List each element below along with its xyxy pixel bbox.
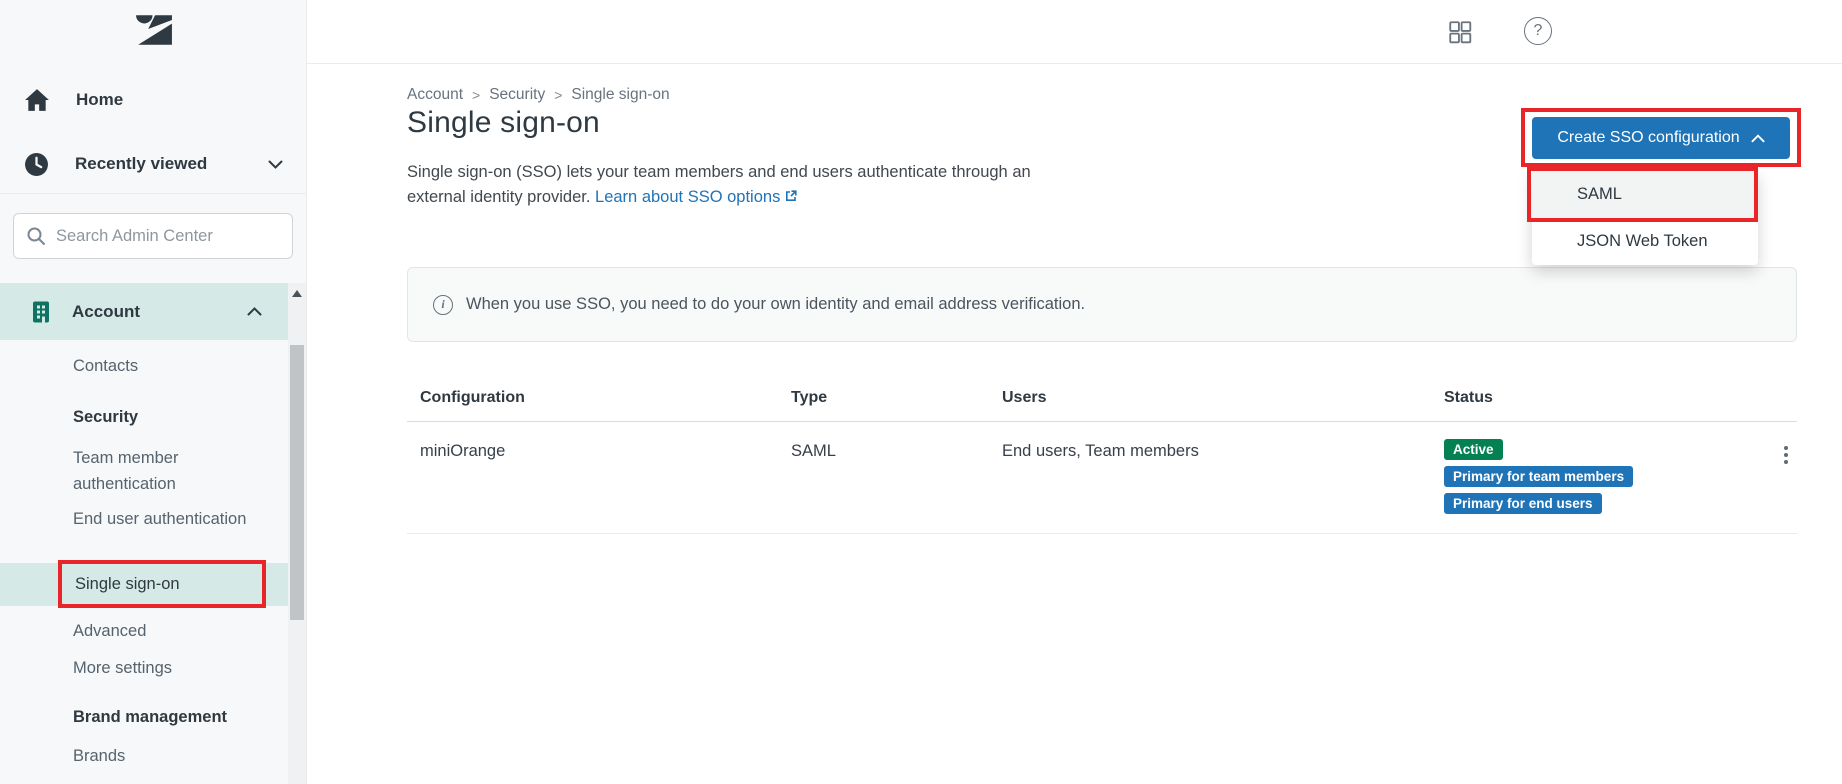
row-overflow-menu-button[interactable] xyxy=(1773,442,1799,468)
account-section-label: Account xyxy=(72,301,140,321)
menu-item-saml[interactable]: SAML xyxy=(1532,171,1758,218)
breadcrumb-single-sign-on: Single sign-on xyxy=(571,86,670,103)
home-label: Home xyxy=(76,90,124,109)
column-header-users: Users xyxy=(1002,389,1047,406)
sidebar-item-contacts[interactable]: Contacts xyxy=(73,353,138,379)
chevron-up-icon xyxy=(1751,133,1765,142)
sidebar-header-brand-management: Brand management xyxy=(73,708,228,726)
cell-configuration: miniOrange xyxy=(420,442,506,460)
breadcrumb-separator: > xyxy=(554,87,563,103)
chevron-up-icon xyxy=(247,307,262,316)
page-title: Single sign-on xyxy=(407,106,600,139)
status-badge-primary-end-users: Primary for end users xyxy=(1444,493,1602,514)
zendesk-logo xyxy=(0,14,307,46)
table-row: miniOrange SAML End users, Team members … xyxy=(407,422,1797,534)
sso-configurations-table: Configuration Type Users Status miniOran… xyxy=(407,385,1797,534)
cell-type: SAML xyxy=(791,442,836,460)
create-sso-configuration-button[interactable]: Create SSO configuration xyxy=(1532,117,1790,159)
sidebar-item-more-settings[interactable]: More settings xyxy=(73,655,172,681)
topbar: ? xyxy=(307,0,1842,64)
search-input[interactable] xyxy=(56,226,280,246)
page-description: Single sign-on (SSO) lets your team memb… xyxy=(407,160,1031,210)
learn-about-sso-link[interactable]: Learn about SSO options xyxy=(595,188,780,206)
status-badge-active: Active xyxy=(1444,439,1503,460)
sidebar-section-account[interactable]: Account xyxy=(0,283,288,340)
breadcrumb: Account > Security > Single sign-on xyxy=(407,86,670,104)
create-sso-button-label: Create SSO configuration xyxy=(1557,129,1740,146)
sidebar-item-recently-viewed[interactable]: Recently viewed xyxy=(0,148,307,180)
clock-icon xyxy=(25,152,48,176)
recently-viewed-label: Recently viewed xyxy=(75,154,208,173)
sidebar-item-team-member-authentication[interactable]: Team member authentication xyxy=(73,445,253,497)
single-sign-on-label: Single sign-on xyxy=(75,575,180,593)
table-header-row: Configuration Type Users Status xyxy=(407,385,1797,422)
help-button[interactable]: ? xyxy=(1524,17,1552,45)
info-banner-text: When you use SSO, you need to do your ow… xyxy=(466,295,1086,313)
apps-grid-button[interactable] xyxy=(1446,18,1474,46)
sso-type-dropdown-menu: SAML JSON Web Token xyxy=(1532,171,1758,265)
column-header-configuration: Configuration xyxy=(420,389,525,406)
home-icon xyxy=(25,89,49,111)
sidebar-item-end-user-authentication[interactable]: End user authentication xyxy=(73,506,253,532)
cell-status: Active Primary for team members Primary … xyxy=(1444,439,1634,514)
sidebar-scrollbar-thumb[interactable] xyxy=(290,345,304,620)
external-link-icon xyxy=(784,189,798,203)
description-line-2: external identity provider. Learn about … xyxy=(407,185,1031,210)
breadcrumb-separator: > xyxy=(472,87,481,103)
sidebar-item-brands[interactable]: Brands xyxy=(73,743,125,769)
sidebar-divider xyxy=(0,193,307,194)
zendesk-logo-icon xyxy=(135,15,172,45)
status-badge-primary-team-members: Primary for team members xyxy=(1444,466,1634,487)
breadcrumb-account[interactable]: Account xyxy=(407,86,463,104)
menu-item-json-web-token[interactable]: JSON Web Token xyxy=(1532,218,1758,265)
help-icon: ? xyxy=(1533,22,1543,39)
sidebar-scrollbar-track xyxy=(288,283,306,784)
search-box[interactable] xyxy=(13,213,293,259)
column-header-type: Type xyxy=(791,389,828,406)
search-icon xyxy=(27,227,45,245)
cell-users: End users, Team members xyxy=(1002,442,1199,460)
info-icon: i xyxy=(433,294,453,315)
scrollbar-up-arrow-icon[interactable] xyxy=(292,290,302,297)
sidebar-header-security: Security xyxy=(73,408,139,426)
description-line-1: Single sign-on (SSO) lets your team memb… xyxy=(407,163,1031,181)
column-header-status: Status xyxy=(1444,389,1493,406)
sidebar: Home Recently viewed Search Admin Center… xyxy=(0,0,307,784)
building-icon xyxy=(33,301,49,322)
sidebar-item-single-sign-on[interactable]: Single sign-on xyxy=(0,563,288,606)
apps-grid-icon xyxy=(1449,21,1472,44)
sidebar-item-home[interactable]: Home xyxy=(0,84,307,116)
breadcrumb-security[interactable]: Security xyxy=(489,86,545,104)
app-window: Home Recently viewed Search Admin Center… xyxy=(0,0,1842,784)
chevron-down-icon xyxy=(268,160,283,169)
info-banner: i When you use SSO, you need to do your … xyxy=(407,267,1797,342)
sidebar-item-advanced[interactable]: Advanced xyxy=(73,618,146,644)
